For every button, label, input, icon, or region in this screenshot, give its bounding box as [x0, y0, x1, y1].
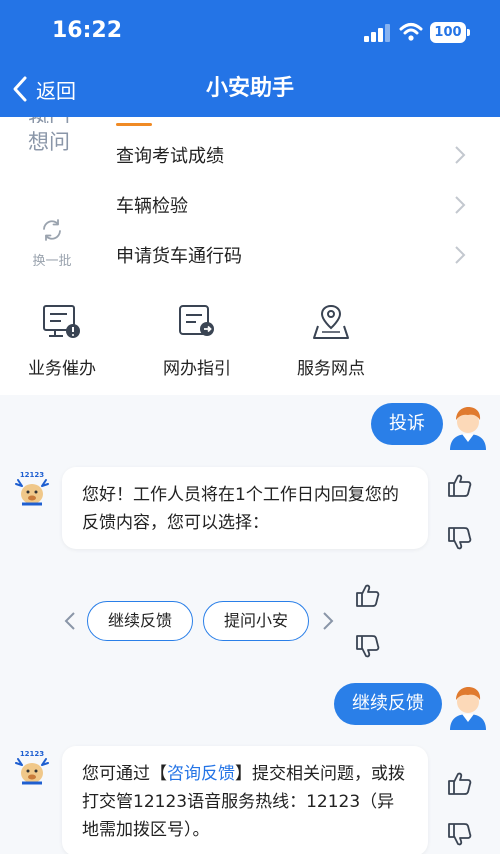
refresh-label: 换一批 [32, 254, 72, 269]
bot-message-card: 您好！工作人员将在1个工作日内回复您的反馈内容，您可以选择： [62, 467, 428, 549]
bot-avatar-icon: 12123 [15, 471, 49, 506]
back-button[interactable]: 返回 [10, 72, 76, 106]
thumbs-up-icon[interactable] [447, 770, 473, 796]
thumbs-up-icon[interactable] [447, 472, 473, 498]
service-online-guide[interactable]: 网办指引 [142, 302, 252, 379]
service-label: 服务网点 [297, 359, 365, 379]
question-item[interactable]: 车辆检验 [116, 185, 466, 225]
user-message-bubble: 继续反馈 [334, 683, 442, 725]
service-location-icon [313, 304, 349, 339]
svg-text:12123: 12123 [20, 750, 44, 758]
online-guide-icon [179, 305, 214, 336]
app-header: 16:22 100 返回 小安助手 [0, 0, 500, 117]
status-time: 16:22 [52, 18, 123, 43]
refresh-button[interactable]: 换一批 [26, 218, 78, 269]
chevron-left-icon [13, 76, 27, 102]
service-label: 业务催办 [28, 359, 96, 379]
business-reminder-icon [43, 305, 80, 338]
question-item[interactable]: 申请货车通行码 [116, 235, 466, 275]
bot-avatar-icon: 12123 [15, 750, 49, 785]
user-avatar-icon [450, 687, 486, 730]
thumbs-down-icon[interactable] [355, 634, 381, 660]
category-tab-hot[interactable]: 热门 [28, 117, 72, 123]
chevron-right-icon [455, 246, 466, 264]
consult-feedback-link[interactable]: 咨询反馈 [167, 764, 235, 784]
thumbs-down-icon[interactable] [447, 822, 473, 848]
user-message-bubble: 投诉 [371, 403, 443, 445]
category-tab-ask[interactable]: 想问 [28, 126, 70, 156]
thumbs-up-icon[interactable] [355, 582, 381, 608]
refresh-icon [43, 219, 61, 241]
question-label: 车辆检验 [116, 196, 188, 217]
service-business-reminder[interactable]: 业务催办 [7, 302, 117, 379]
battery-indicator: 100 [430, 22, 470, 43]
chevron-right-icon[interactable] [321, 610, 335, 632]
question-label: 查询考试成绩 [116, 146, 224, 167]
service-location[interactable]: 服务网点 [276, 302, 386, 379]
active-tab-indicator [116, 123, 152, 126]
cellular-signal-icon [364, 24, 390, 42]
svg-text:12123: 12123 [20, 471, 44, 479]
back-label: 返回 [36, 78, 76, 103]
chip-ask-xiaoan[interactable]: 提问小安 [203, 601, 309, 641]
chevron-right-icon [455, 196, 466, 214]
bot-message-text: 您可通过【 [82, 764, 167, 784]
service-label: 网办指引 [163, 359, 231, 379]
wifi-icon [399, 23, 423, 41]
chevron-right-icon [455, 146, 466, 164]
bot-message-card: 您可通过【咨询反馈】提交相关问题，或拨打交管12123语音服务热线：12123（… [62, 746, 428, 854]
thumbs-down-icon[interactable] [447, 526, 473, 552]
question-label: 申请货车通行码 [116, 246, 242, 267]
question-item[interactable]: 查询考试成绩 [116, 135, 466, 175]
chip-continue-feedback[interactable]: 继续反馈 [87, 601, 193, 641]
user-avatar-icon [450, 407, 486, 450]
chevron-left-icon[interactable] [63, 610, 77, 632]
